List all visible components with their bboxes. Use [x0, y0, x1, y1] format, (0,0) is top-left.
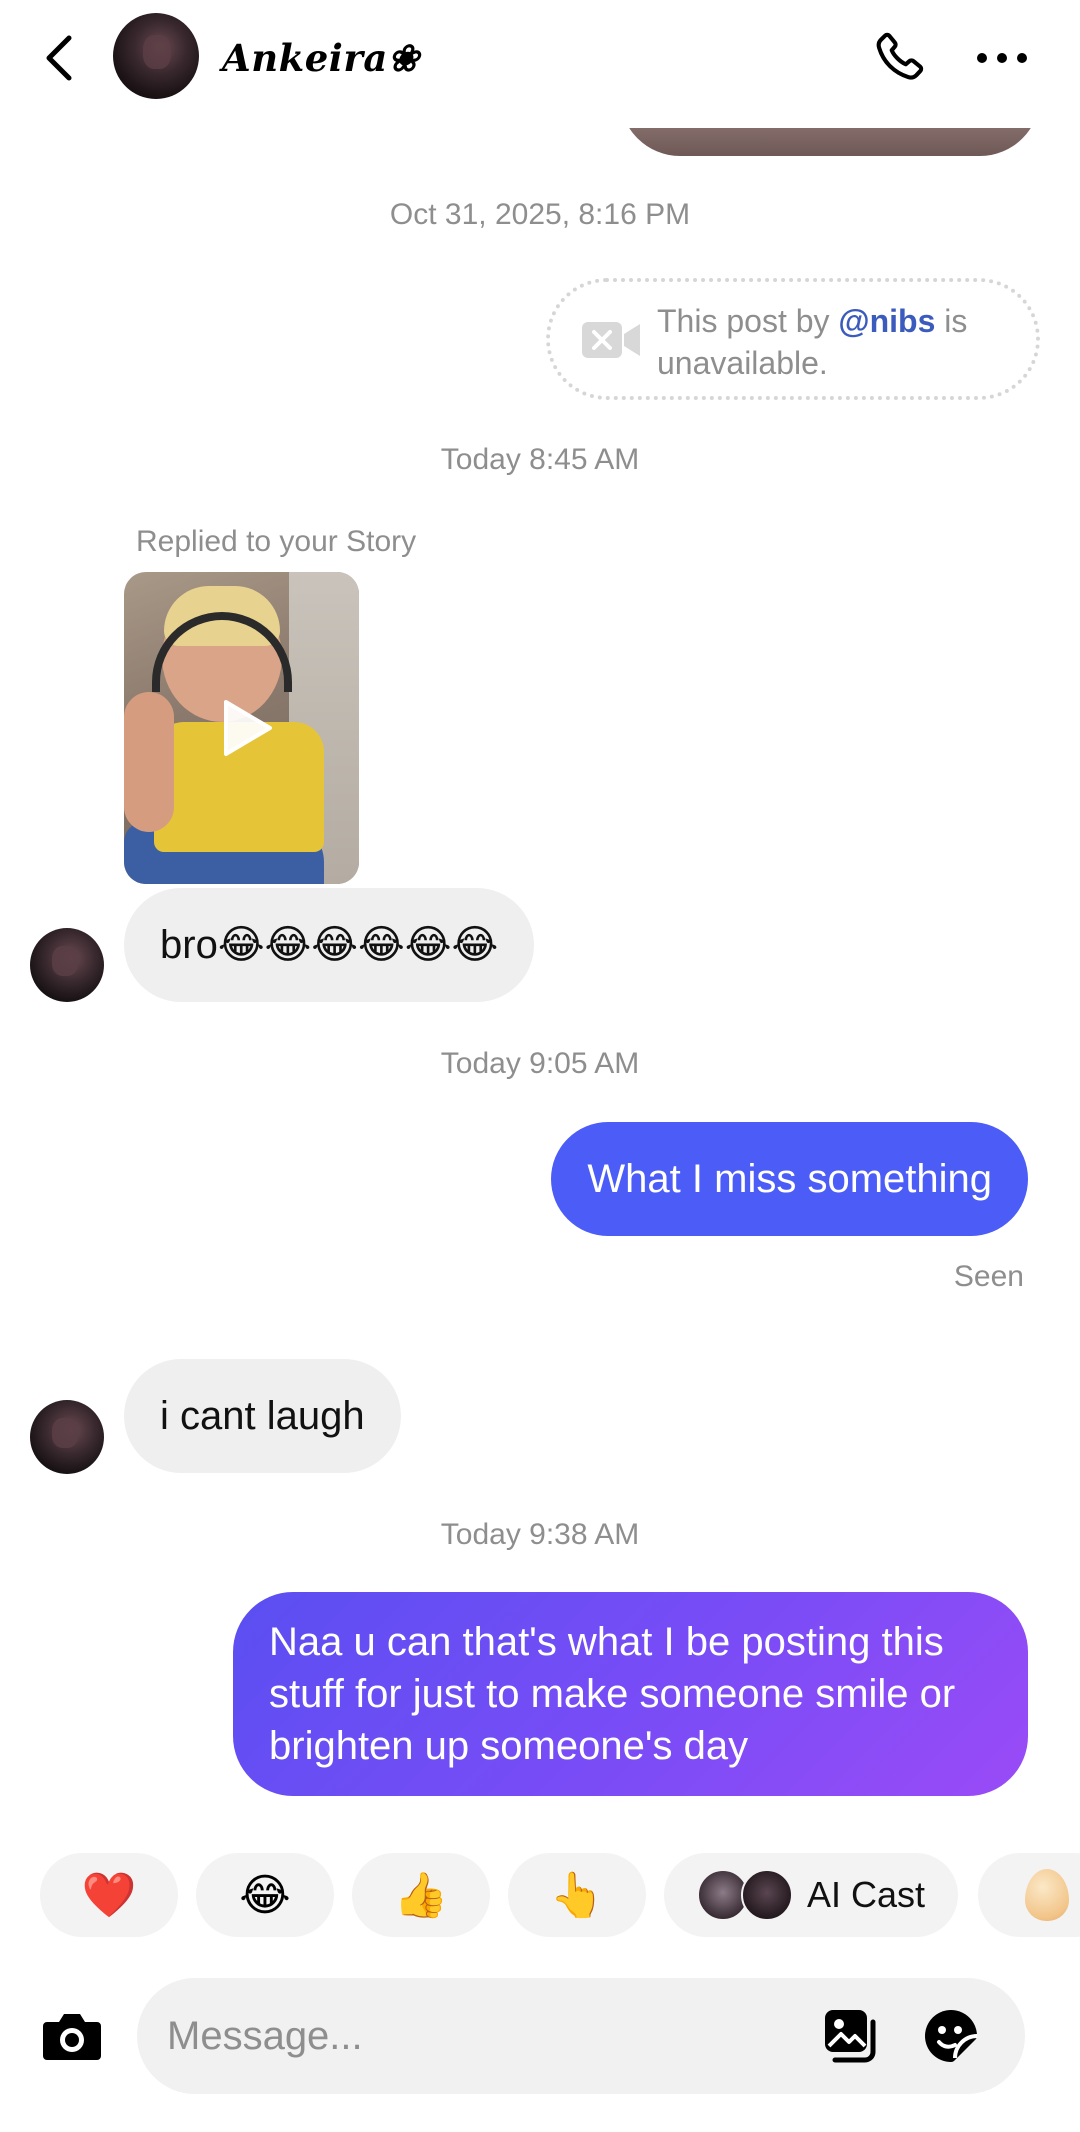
- story-thumbnail[interactable]: [124, 572, 359, 884]
- incoming-message[interactable]: bro😂😂😂😂😂😂: [124, 888, 535, 1002]
- avatar: [740, 1869, 793, 1921]
- quick-reaction-heart[interactable]: ❤️: [40, 1853, 178, 1937]
- timestamp: Oct 31, 2025, 8:16 PM: [389, 198, 691, 231]
- seen-indicator: Seen: [953, 1260, 1024, 1293]
- point-up-icon: 👆: [549, 1871, 605, 1920]
- sender-avatar[interactable]: [30, 1400, 104, 1474]
- outgoing-message[interactable]: Naa u can that's what I be posting this …: [233, 1592, 1028, 1796]
- message-input[interactable]: [167, 2006, 807, 2066]
- quick-reaction-egg[interactable]: [978, 1853, 1080, 1937]
- heart-icon: ❤️: [81, 1871, 137, 1920]
- video-off-icon: [582, 322, 640, 358]
- gallery-button[interactable]: [817, 2002, 885, 2070]
- incoming-message[interactable]: i cant laugh: [124, 1359, 401, 1473]
- gallery-icon: [825, 2010, 876, 2063]
- chevron-left-icon: [46, 35, 72, 81]
- sticker-button[interactable]: [917, 2002, 985, 2070]
- ai-cast-button[interactable]: AI Cast: [664, 1853, 958, 1937]
- quick-reaction-point-up[interactable]: 👆: [508, 1853, 646, 1937]
- contact-avatar[interactable]: [113, 13, 199, 99]
- quick-reaction-laugh[interactable]: 😂: [196, 1853, 334, 1937]
- more-options-button[interactable]: [972, 28, 1032, 88]
- quick-reaction-thumbs-up[interactable]: 👍: [352, 1853, 490, 1937]
- sticker-icon: [925, 2010, 978, 2062]
- unavailable-prefix: This post by: [657, 303, 830, 339]
- outgoing-message[interactable]: What I miss something: [551, 1122, 1028, 1236]
- timestamp: Today 9:05 AM: [440, 1047, 640, 1080]
- laughing-emoji-icon: 😂: [239, 1870, 291, 1920]
- contact-name[interactable]: Ankeira❀: [222, 36, 419, 80]
- message-composer: [137, 1978, 1025, 2094]
- sender-avatar[interactable]: [30, 928, 104, 1002]
- ai-cast-avatars: [696, 1869, 793, 1921]
- more-horizontal-icon: [977, 53, 1027, 63]
- back-button[interactable]: [34, 30, 82, 86]
- chat-header: Ankeira❀: [0, 0, 1080, 128]
- camera-button[interactable]: [36, 2000, 108, 2072]
- story-reply-label: Replied to your Story: [136, 525, 417, 558]
- timestamp: Today 8:45 AM: [440, 443, 640, 476]
- unavailable-post-message[interactable]: This post by @nibs is unavailable.: [546, 278, 1040, 400]
- play-icon: [224, 700, 272, 756]
- camera-icon: [43, 2014, 101, 2060]
- mention-link[interactable]: @nibs: [838, 303, 935, 339]
- phone-icon: [876, 32, 924, 80]
- ai-cast-label: AI Cast: [806, 1874, 926, 1915]
- thumbs-up-icon: 👍: [393, 1871, 449, 1920]
- voice-call-button[interactable]: [866, 26, 930, 90]
- unavailable-post-text: This post by @nibs is unavailable.: [657, 300, 1027, 384]
- timestamp: Today 9:38 AM: [440, 1518, 640, 1551]
- egg-emoji-icon: [1025, 1869, 1069, 1921]
- quick-reply-bar: ❤️ 😂 👍 👆 AI Cast: [0, 1853, 1080, 1937]
